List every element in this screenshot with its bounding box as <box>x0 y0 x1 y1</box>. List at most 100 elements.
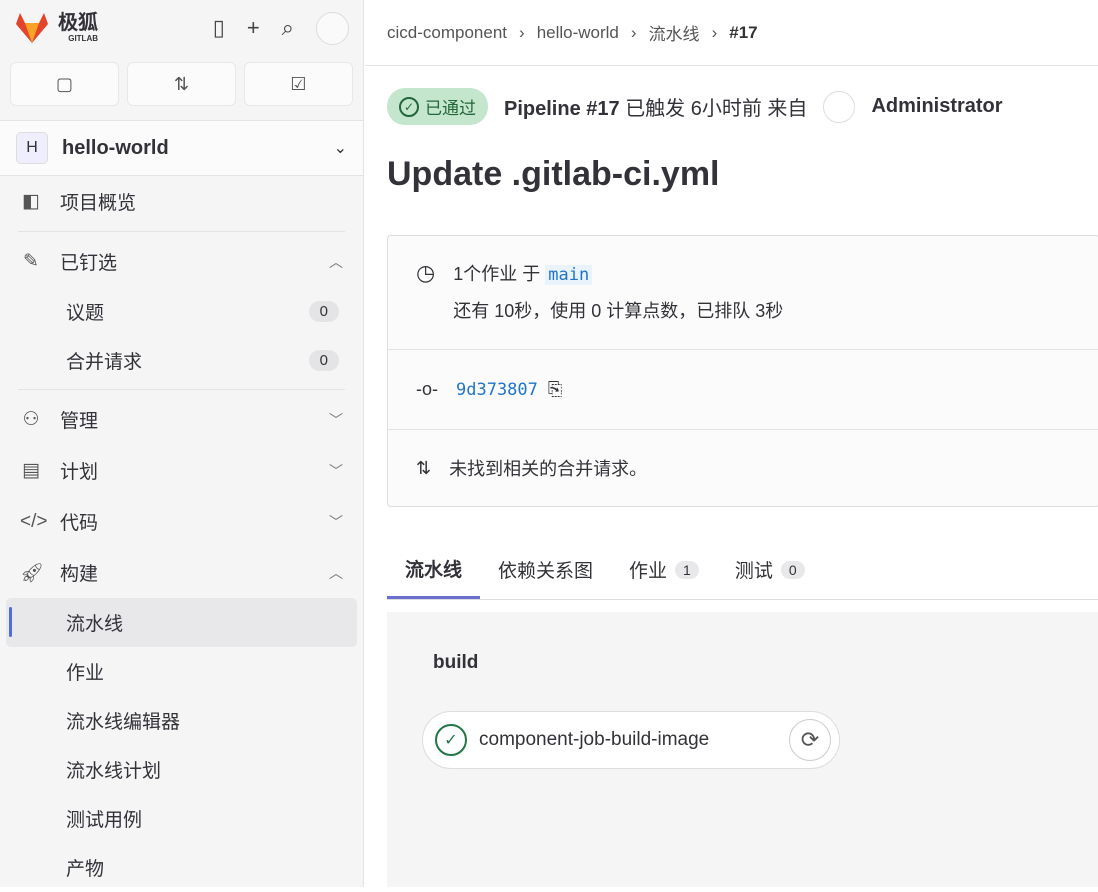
label: 作业 <box>66 663 105 684</box>
sidebar: 极狐 GITLAB ▯ + ⌕ ▢ ⇅ ☑ H hello-world ⌄ ◧ 项目… <box>0 0 364 887</box>
tab-needs[interactable]: 依赖关系图 <box>480 540 611 599</box>
sidebar-item-merge-requests[interactable]: 合并请求 0 <box>6 336 357 385</box>
chevron-down-icon: ﹀ <box>329 411 343 428</box>
label: 合并请求 <box>66 352 143 373</box>
sidebar-item-artifacts[interactable]: 产物 <box>6 843 357 892</box>
pin-icon: ✎ <box>23 251 39 272</box>
chevron-down-icon: ﹀ <box>329 513 343 530</box>
tab-label: 流水线 <box>405 559 463 581</box>
project-switcher[interactable]: H hello-world ⌄ <box>0 120 363 176</box>
user-link[interactable]: Administrator <box>871 95 1002 118</box>
merge-request-icon: ⇅ <box>416 457 432 478</box>
count-badge: 0 <box>308 350 339 371</box>
tab-label: 测试 <box>734 561 773 582</box>
pipeline-tabs: 流水线 依赖关系图 作业 1 测试 0 <box>387 540 1098 600</box>
user-avatar[interactable] <box>823 90 856 123</box>
code-icon: </> <box>20 510 48 532</box>
breadcrumb-current[interactable]: #17 <box>729 23 757 43</box>
project-avatar: H <box>16 132 48 164</box>
calendar-icon: ▤ <box>22 460 40 481</box>
duration-text: 还有 10秒，使用 0 计算点数，已排队 3秒 <box>453 301 784 321</box>
success-icon: ✓ <box>435 724 467 756</box>
brand-sub: GITLAB <box>68 33 98 43</box>
label: 流水线 <box>66 614 124 635</box>
status-label: 已通过 <box>425 99 476 118</box>
sidebar-item-code[interactable]: </> 代码 ﹀ <box>0 496 363 547</box>
label: 议题 <box>66 303 105 324</box>
brand-name: 极狐 <box>58 11 98 34</box>
merge-requests-button[interactable]: ⇅ <box>127 62 236 106</box>
label: 流水线编辑器 <box>66 712 181 733</box>
label: 测试用例 <box>66 810 143 831</box>
breadcrumb: cicd-component › hello-world › 流水线 › #17 <box>365 0 1098 66</box>
project-icon: ◧ <box>22 191 40 212</box>
project-name: hello-world <box>62 136 169 159</box>
sidebar-item-plan[interactable]: ▤ 计划 ﹀ <box>0 445 363 496</box>
issue-icon: ▢ <box>55 73 73 94</box>
sidebar-item-schedules[interactable]: 流水线计划 <box>6 745 357 794</box>
breadcrumb-link[interactable]: hello-world <box>537 23 619 43</box>
count-badge: 0 <box>308 301 339 322</box>
chevron-down-icon: ⌄ <box>333 140 347 157</box>
fox-icon <box>16 13 48 43</box>
users-icon: ⚇ <box>22 409 40 430</box>
trigger-text: 已触发 6小时前 来自 <box>625 98 808 120</box>
tab-tests[interactable]: 测试 0 <box>717 540 823 599</box>
todos-button[interactable]: ☑ <box>244 62 353 106</box>
commit-sha-link[interactable]: 9d373807 <box>456 380 538 400</box>
label: 流水线计划 <box>66 761 162 782</box>
user-avatar[interactable] <box>316 11 349 45</box>
chevron-up-icon: ︿ <box>329 564 343 581</box>
tab-label: 作业 <box>629 561 668 582</box>
label: 计划 <box>60 462 99 483</box>
gitlab-logo[interactable]: 极狐 GITLAB <box>14 12 98 44</box>
sidebar-item-issues[interactable]: 议题 0 <box>6 287 357 336</box>
branch-link[interactable]: main <box>545 265 593 285</box>
todo-icon: ☑ <box>290 73 307 94</box>
pipeline-info-card: ◷ 1个作业 于 main 还有 10秒，使用 0 计算点数，已排队 3秒 -o… <box>387 235 1098 507</box>
clock-icon: ◷ <box>416 260 436 285</box>
pipeline-id: Pipeline #17 <box>504 98 620 120</box>
rocket-icon: 🚀︎ <box>20 562 45 584</box>
tab-label: 依赖关系图 <box>498 561 594 582</box>
search-icon[interactable]: ⌕ <box>282 15 294 41</box>
sidebar-item-overview[interactable]: ◧ 项目概览 <box>0 176 363 227</box>
page-title: Update .gitlab-ci.yml <box>387 155 720 193</box>
sidebar-item-test-cases[interactable]: 测试用例 <box>6 794 357 843</box>
plus-icon[interactable]: + <box>247 15 260 41</box>
label: 产物 <box>66 859 105 880</box>
pipeline-graph: build ✓ component-job-build-image ⟳ <box>387 612 1098 887</box>
stage-name: build <box>433 652 479 673</box>
tab-jobs[interactable]: 作业 1 <box>611 540 717 599</box>
sidebar-item-build[interactable]: 🚀︎ 构建 ︿ <box>0 547 363 598</box>
merge-request-icon: ⇅ <box>173 73 190 94</box>
job-count: 1个作业 于 <box>453 264 541 284</box>
count-badge: 1 <box>675 560 699 579</box>
job-card[interactable]: ✓ component-job-build-image ⟳ <box>422 711 840 769</box>
mr-text: 未找到相关的合并请求。 <box>449 459 648 479</box>
chevron-down-icon: ﹀ <box>329 462 343 479</box>
commit-icon: -o- <box>416 379 438 399</box>
sidebar-item-pipelines[interactable]: 流水线 <box>6 598 357 647</box>
copy-icon[interactable]: ⎘ <box>548 379 562 400</box>
sidebar-item-pinned[interactable]: ✎ 已钉选 ︿ <box>0 236 363 287</box>
tab-pipeline[interactable]: 流水线 <box>387 540 481 599</box>
label: 管理 <box>60 411 99 432</box>
job-name[interactable]: component-job-build-image <box>479 729 709 751</box>
check-circle-icon: ✓ <box>399 96 419 117</box>
label: 已钉选 <box>60 253 118 274</box>
sidebar-toggle-icon[interactable]: ▯ <box>213 15 225 41</box>
sidebar-item-pipeline-editor[interactable]: 流水线编辑器 <box>6 696 357 745</box>
breadcrumb-link[interactable]: cicd-component <box>387 23 507 43</box>
breadcrumb-link[interactable]: 流水线 <box>649 20 700 45</box>
retry-icon[interactable]: ⟳ <box>789 719 831 761</box>
sidebar-item-manage[interactable]: ⚇ 管理 ﹀ <box>0 394 363 445</box>
count-badge: 0 <box>780 560 805 579</box>
chevron-up-icon: ︿ <box>329 253 343 270</box>
status-badge[interactable]: ✓ 已通过 <box>387 88 488 125</box>
sidebar-item-jobs[interactable]: 作业 <box>6 647 357 696</box>
issues-button[interactable]: ▢ <box>10 62 119 106</box>
label: 构建 <box>60 564 99 585</box>
label: 代码 <box>60 513 99 534</box>
label: 项目概览 <box>60 193 137 214</box>
